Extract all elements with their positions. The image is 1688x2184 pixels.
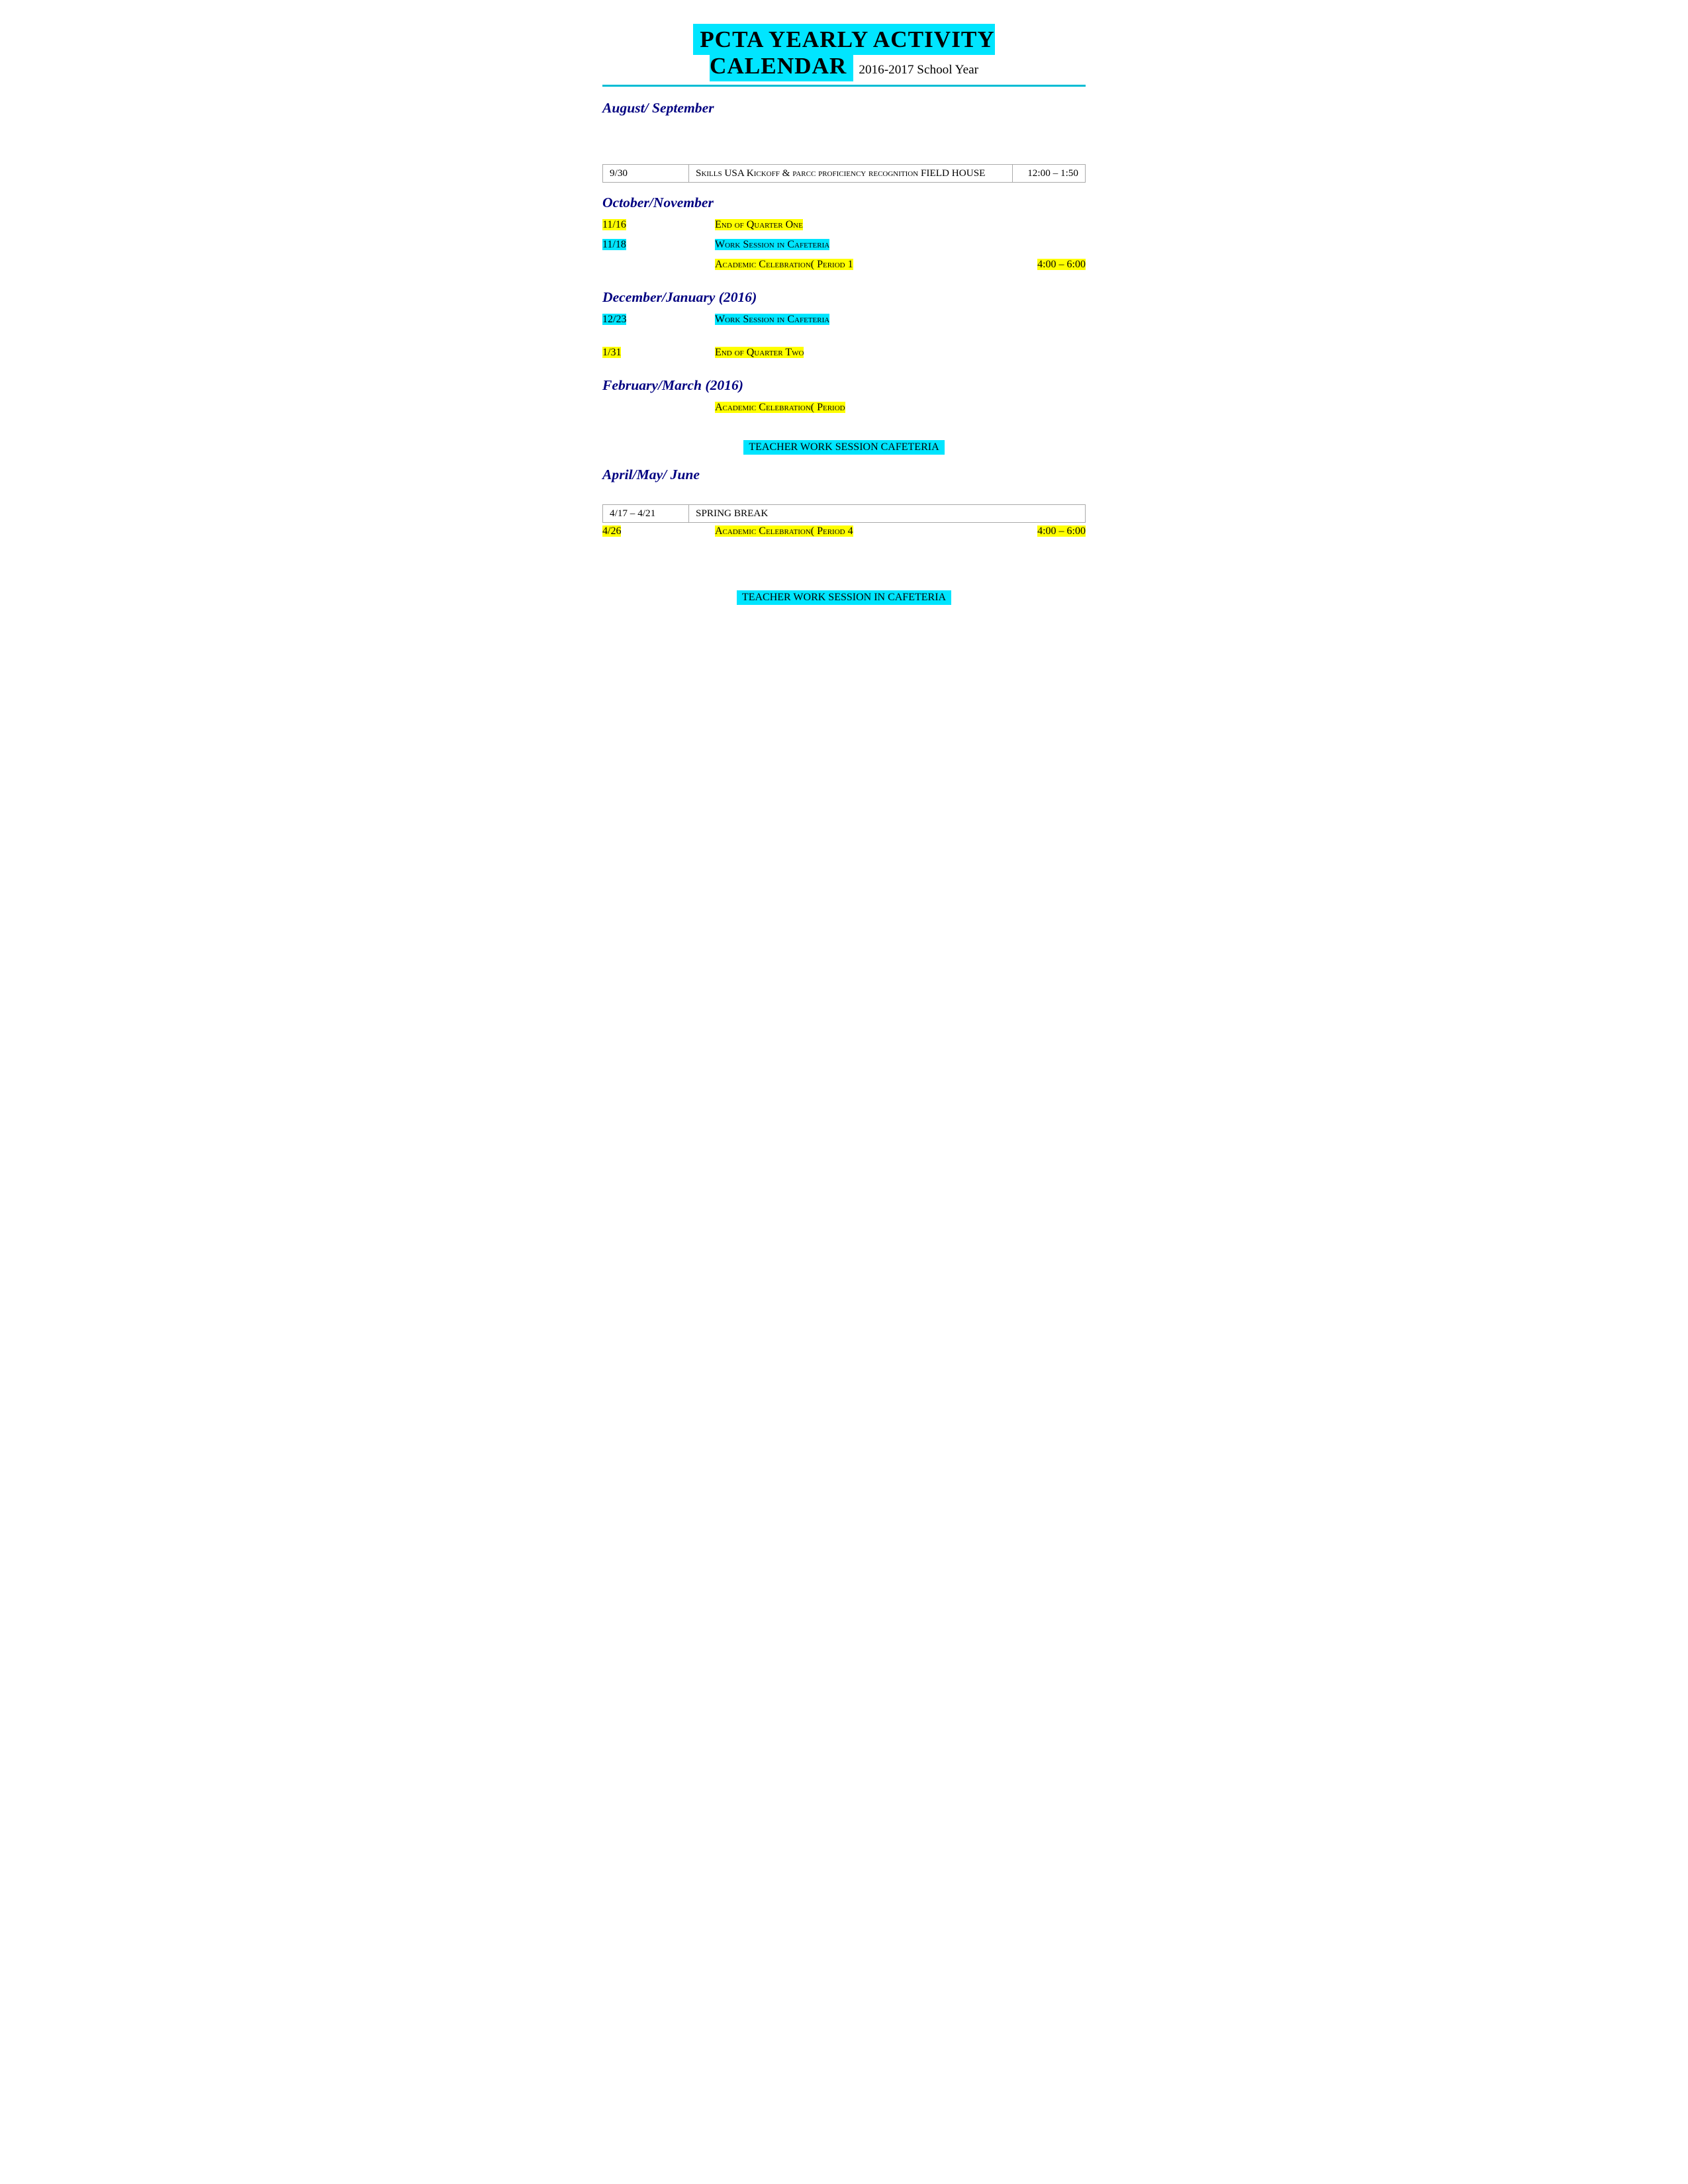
event-description: Academic Celebration( Period bbox=[715, 402, 986, 414]
section-heading-dec-jan: December/January (2016) bbox=[602, 289, 1086, 306]
event-date: 12/23 bbox=[602, 314, 715, 326]
event-description: Skills USA Kickoff & parcc proficiency r… bbox=[689, 165, 1012, 182]
section-heading-aug-sep: August/ September bbox=[602, 100, 1086, 116]
event-row: Academic Celebration( Period 14:00 – 6:0… bbox=[602, 259, 1086, 277]
event-description: Work Session in Cafeteria bbox=[715, 314, 986, 326]
event-description: Work Session in Cafeteria bbox=[715, 239, 986, 251]
event-date: 11/18 bbox=[602, 239, 715, 251]
event-time: 4:00 – 6:00 bbox=[986, 259, 1086, 271]
event-date: 4/26 bbox=[602, 525, 715, 537]
event-date: 1/31 bbox=[602, 347, 715, 359]
event-time: 12:00 – 1:50 bbox=[1012, 165, 1085, 182]
centered-event-row: TEACHER WORK SESSION CAFETERIA bbox=[602, 440, 1086, 455]
row-spacer bbox=[602, 559, 1086, 572]
centered-event-row: TEACHER WORK SESSION IN CAFETERIA bbox=[602, 590, 1086, 605]
section-heading-oct-nov: October/November bbox=[602, 195, 1086, 211]
page-title-year: 2016-2017 School Year bbox=[859, 63, 978, 77]
row-spacer bbox=[602, 334, 1086, 347]
event-description: Academic Celebration( Period 4 bbox=[715, 525, 986, 537]
title-divider bbox=[602, 85, 1086, 87]
event-description: SPRING BREAK bbox=[689, 505, 1085, 522]
section-spacer-aug-sep bbox=[602, 124, 1086, 164]
row-spacer bbox=[602, 422, 1086, 435]
event-description: End of Quarter One bbox=[715, 219, 986, 231]
event-time: 4:00 – 6:00 bbox=[986, 525, 1086, 537]
event-date: 9/30 bbox=[603, 165, 689, 182]
event-description: TEACHER WORK SESSION IN CAFETERIA bbox=[737, 590, 951, 605]
event-row: Academic Celebration( Period bbox=[602, 402, 1086, 420]
row-spacer bbox=[602, 491, 1086, 504]
row-spacer bbox=[602, 572, 1086, 585]
event-date: 4/17 – 4/21 bbox=[603, 505, 689, 522]
event-date: 11/16 bbox=[602, 219, 715, 231]
section-heading-apr-jun: April/May/ June bbox=[602, 467, 1086, 483]
event-row: 11/18Work Session in Cafeteria bbox=[602, 239, 1086, 257]
table-row: 9/30Skills USA Kickoff & parcc proficien… bbox=[602, 164, 1086, 183]
table-row: 4/17 – 4/21SPRING BREAK bbox=[602, 504, 1086, 523]
page-title-container: PCTA YEARLY ACTIVITY CALENDAR2016-2017 S… bbox=[602, 26, 1086, 79]
event-description: End of Quarter Two bbox=[715, 347, 986, 359]
event-description: Academic Celebration( Period 1 bbox=[715, 259, 986, 271]
section-heading-feb-mar: February/March (2016) bbox=[602, 377, 1086, 394]
event-row: 1/31End of Quarter Two bbox=[602, 347, 1086, 365]
event-row: 11/16End of Quarter One bbox=[602, 219, 1086, 238]
calendar-content: August/ September 9/30Skills USA Kickoff … bbox=[602, 100, 1086, 605]
event-description: TEACHER WORK SESSION CAFETERIA bbox=[743, 440, 944, 455]
event-row: 12/23Work Session in Cafeteria bbox=[602, 314, 1086, 332]
event-row: 4/26Academic Celebration( Period 44:00 –… bbox=[602, 525, 1086, 544]
row-spacer bbox=[602, 545, 1086, 559]
